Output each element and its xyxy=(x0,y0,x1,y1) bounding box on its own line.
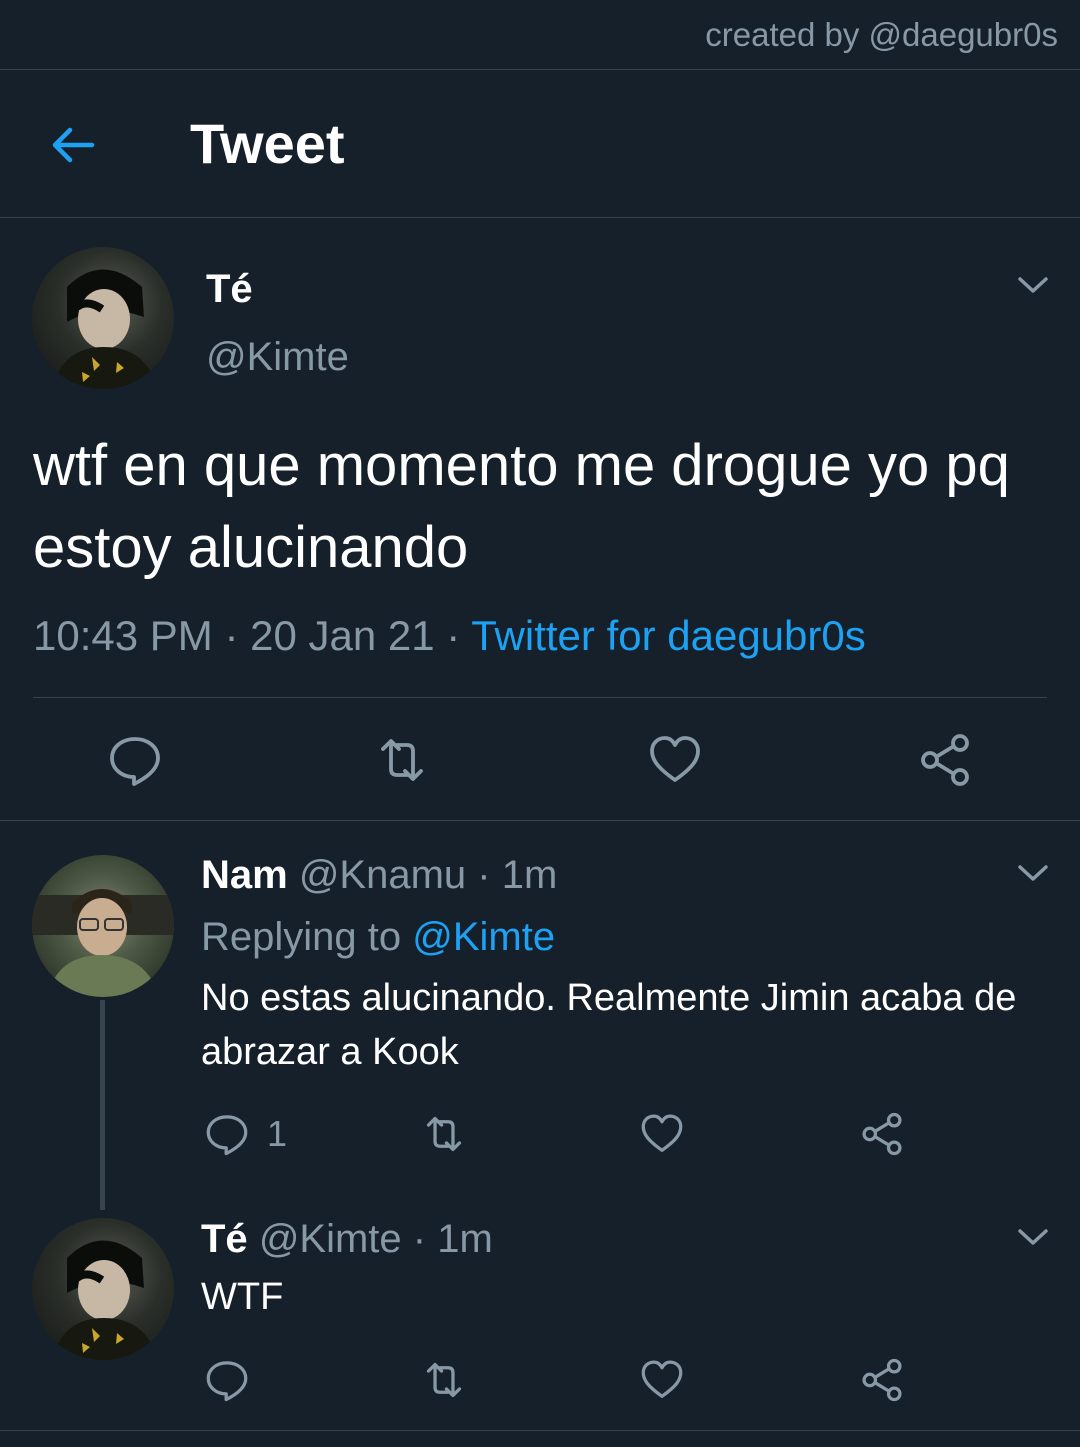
header: Tweet xyxy=(0,70,1080,218)
reply-action[interactable]: 1 xyxy=(205,1112,287,1156)
replying-to: Replying to @Kimte xyxy=(201,915,555,960)
reply-header: Té @Kimte · 1m xyxy=(201,1217,493,1262)
like-icon[interactable] xyxy=(648,733,702,787)
like-action[interactable] xyxy=(640,1358,684,1402)
chevron-down-icon[interactable] xyxy=(1016,274,1050,296)
reply-text: No estas alucinando. Realmente Jimin aca… xyxy=(201,977,1017,1073)
tweet-meta: 10:43 PM · 20 Jan 21 · Twitter for daegu… xyxy=(33,612,866,660)
credit-bar: created by @daegubr0s xyxy=(0,0,1080,70)
reply-time: 1m xyxy=(437,1217,493,1261)
share-action[interactable] xyxy=(860,1358,904,1402)
author-handle[interactable]: @Kimte xyxy=(206,335,349,380)
author-name[interactable]: Té xyxy=(206,267,253,312)
share-icon[interactable] xyxy=(860,1358,904,1402)
share-icon[interactable] xyxy=(860,1112,904,1156)
replying-mention[interactable]: @Kimte xyxy=(412,915,555,959)
reply-action[interactable] xyxy=(205,1358,249,1402)
share-action[interactable] xyxy=(860,1112,904,1156)
reply-author-name[interactable]: Té xyxy=(201,1217,248,1261)
reply-author-handle[interactable]: @Knamu xyxy=(299,853,466,897)
tweet-date[interactable]: 20 Jan 21 xyxy=(250,612,435,659)
retweet-action[interactable] xyxy=(422,1358,466,1402)
reply-icon[interactable] xyxy=(205,1112,249,1156)
divider xyxy=(33,697,1047,698)
chevron-down-icon[interactable] xyxy=(1016,1226,1050,1248)
retweet-icon[interactable] xyxy=(422,1112,466,1156)
credit-text: created by @daegubr0s xyxy=(705,15,1058,53)
meta-separator: · xyxy=(477,853,491,897)
meta-separator: · xyxy=(446,612,461,659)
reply-author-handle[interactable]: @Kimte xyxy=(259,1217,402,1261)
page-title: Tweet xyxy=(190,112,345,175)
back-arrow-icon[interactable] xyxy=(48,120,98,170)
tweet-time[interactable]: 10:43 PM xyxy=(33,612,213,659)
reply-icon[interactable] xyxy=(108,733,162,787)
main-tweet: Té @Kimte wtf en que momento me drogue y… xyxy=(0,218,1080,821)
retweet-action[interactable] xyxy=(422,1112,466,1156)
tweet-source[interactable]: Twitter for daegubr0s xyxy=(471,612,866,659)
retweet-icon[interactable] xyxy=(422,1358,466,1402)
avatar[interactable] xyxy=(32,855,174,997)
reply-header: Nam @Knamu · 1m xyxy=(201,853,557,898)
retweet-icon[interactable] xyxy=(375,733,429,787)
tweet-text: wtf en que momento me drogue yo pq estoy… xyxy=(33,433,1010,580)
meta-separator: · xyxy=(412,1217,427,1261)
replying-label: Replying to xyxy=(201,915,402,959)
reply-time: 1m xyxy=(501,853,558,897)
avatar[interactable] xyxy=(32,247,174,389)
meta-separator: · xyxy=(224,612,239,659)
like-icon[interactable] xyxy=(640,1358,684,1402)
thread-line xyxy=(100,1000,105,1210)
reply-author-name[interactable]: Nam xyxy=(201,853,288,897)
chevron-down-icon[interactable] xyxy=(1016,862,1050,884)
like-icon[interactable] xyxy=(640,1112,684,1156)
avatar[interactable] xyxy=(32,1218,174,1360)
like-action[interactable] xyxy=(640,1112,684,1156)
divider xyxy=(0,1430,1080,1431)
reply-icon[interactable] xyxy=(205,1358,249,1402)
reply-text: WTF xyxy=(201,1276,284,1318)
share-icon[interactable] xyxy=(918,733,972,787)
reply-count: 1 xyxy=(267,1113,288,1154)
